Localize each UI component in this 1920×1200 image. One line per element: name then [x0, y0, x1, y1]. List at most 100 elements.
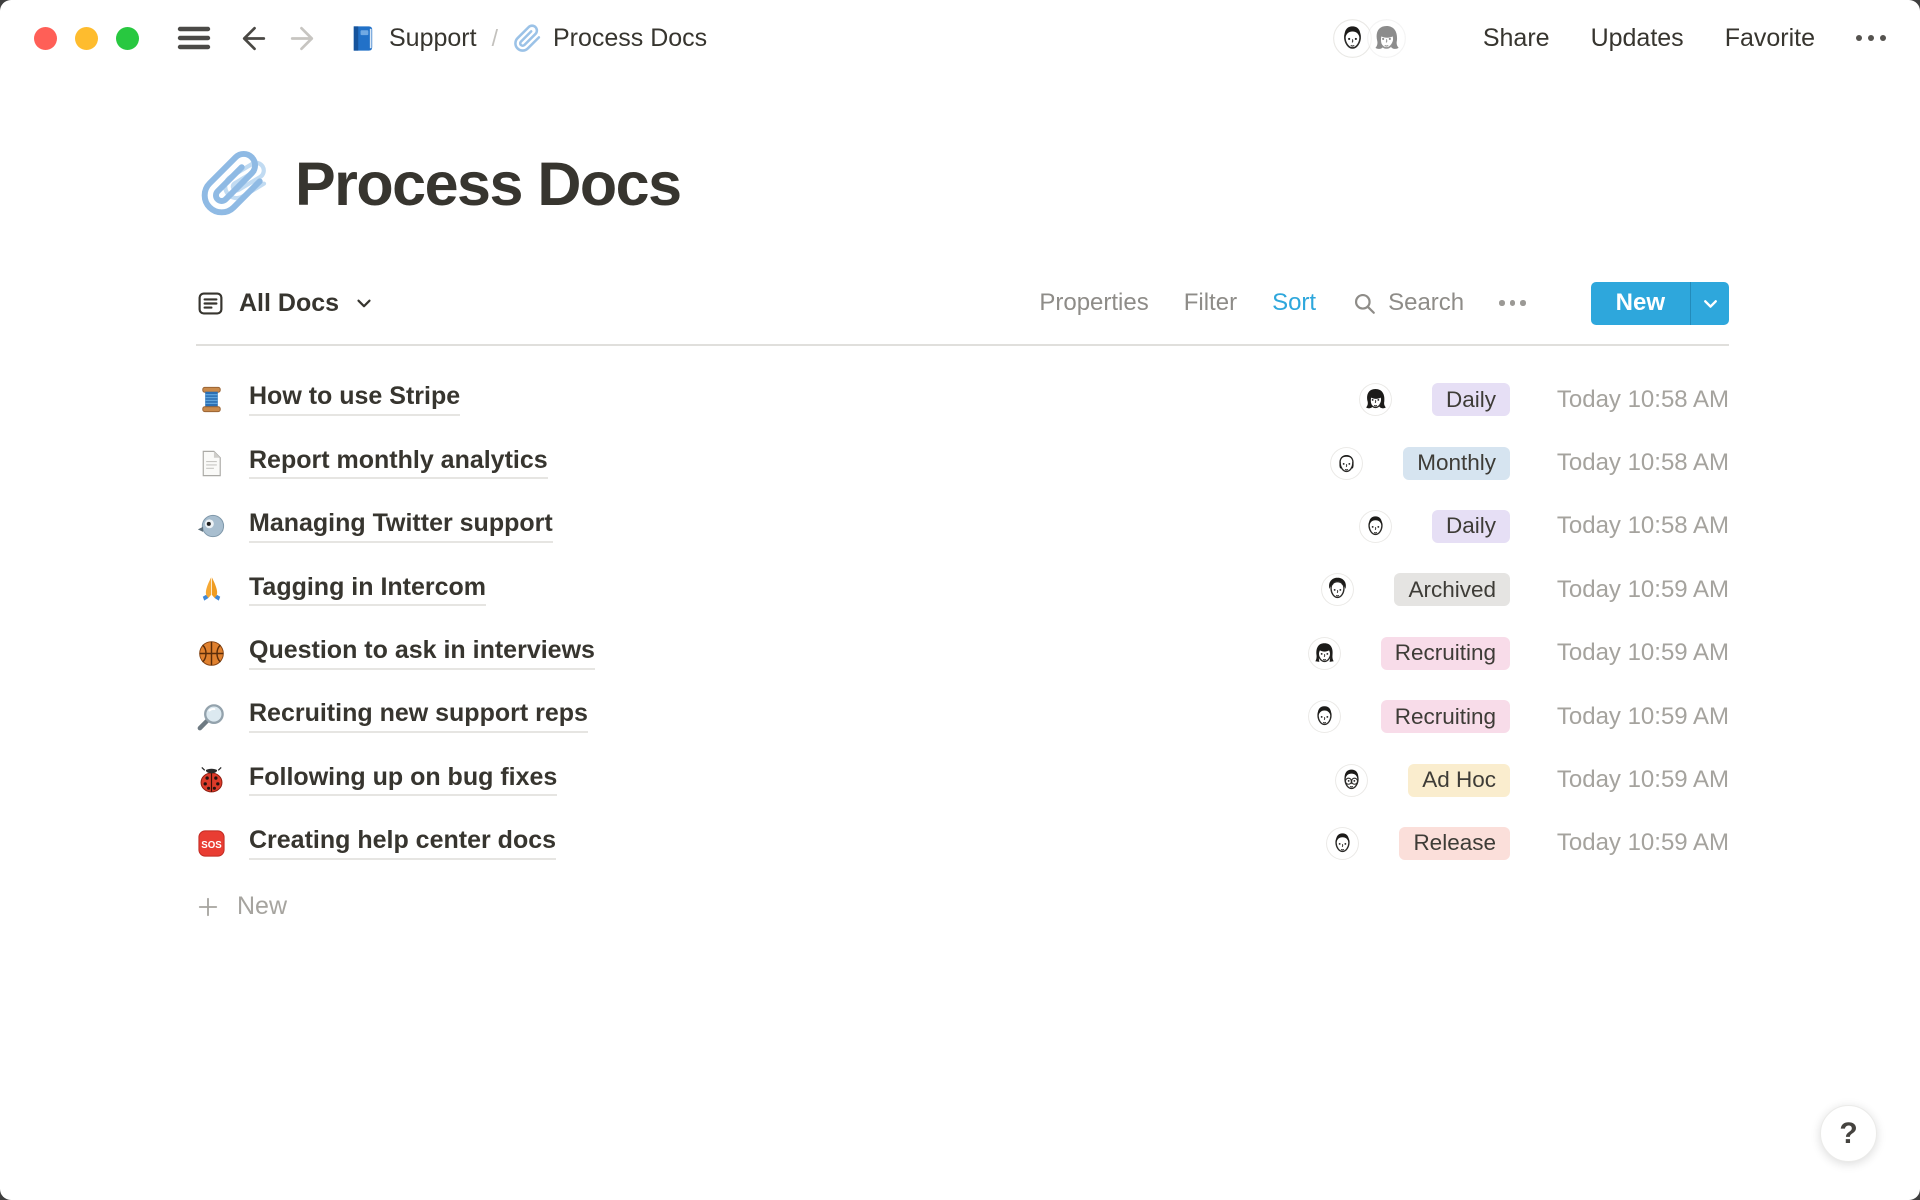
avatar-woman-bob[interactable]	[1308, 637, 1341, 670]
row-properties: ReleaseToday 10:59 AM	[1326, 827, 1729, 860]
last-edited-time: Today 10:58 AM	[1537, 449, 1729, 477]
row-properties: Monthly Today 10:58 AM	[1330, 447, 1729, 480]
breadcrumb-item-process-docs[interactable]: Process Docs	[513, 24, 707, 53]
doc-title-link[interactable]: How to use Stripe	[249, 383, 460, 416]
avatar-man-short[interactable]	[1326, 827, 1359, 860]
share-button[interactable]: Share	[1483, 24, 1550, 53]
chevron-down-icon	[353, 292, 375, 314]
basketball-icon	[196, 638, 227, 669]
window-controls	[34, 27, 139, 50]
back-arrow-icon[interactable]	[237, 22, 270, 55]
page-title: Process Docs	[295, 149, 681, 219]
zoom-window-button[interactable]	[116, 27, 139, 50]
tag-badge[interactable]: Daily	[1432, 510, 1510, 543]
table-row[interactable]: SOS Creating help center docs ReleaseToday…	[196, 812, 1729, 875]
list-view-icon	[196, 289, 225, 318]
row-properties: Ad Hoc Today 10:59 AM	[1335, 764, 1729, 797]
collection-toolbar: All Docs Properties Filter Sort Search N…	[196, 281, 1729, 325]
breadcrumb-separator: /	[477, 25, 513, 52]
magnifying-glass-icon	[196, 701, 227, 732]
view-label[interactable]: All Docs	[239, 289, 339, 318]
last-edited-time: Today 10:58 AM	[1537, 386, 1729, 414]
table-row[interactable]: Managing Twitter support Daily Today 10:58…	[196, 495, 1729, 558]
last-edited-time: Today 10:59 AM	[1537, 576, 1729, 604]
avatar-man-short[interactable]	[1359, 510, 1392, 543]
breadcrumb-label[interactable]: Support	[389, 24, 477, 53]
last-edited-time: Today 10:59 AM	[1537, 639, 1729, 667]
table-row[interactable]: Report monthly analytics Monthly Today 10:…	[196, 431, 1729, 494]
sos-icon: SOS	[196, 828, 227, 859]
new-button[interactable]: New	[1591, 282, 1729, 325]
folded-hands-icon	[196, 574, 227, 605]
plus-icon	[196, 895, 220, 919]
blue-book-icon	[347, 23, 378, 54]
tag-badge[interactable]: Archived	[1394, 573, 1510, 606]
help-button[interactable]: ?	[1820, 1105, 1877, 1162]
tag-badge[interactable]: Monthly	[1403, 447, 1510, 480]
view-switcher[interactable]: All Docs	[196, 289, 375, 318]
page-paperclip-icon[interactable]	[199, 146, 271, 222]
sidebar-menu-icon[interactable]	[177, 24, 211, 52]
row-properties: Recruiting Today 10:59 AM	[1308, 700, 1729, 733]
close-window-button[interactable]	[34, 27, 57, 50]
row-properties: Daily Today 10:58 AM	[1359, 510, 1729, 543]
avatar-woman-wavy[interactable]	[1359, 383, 1392, 416]
properties-button[interactable]: Properties	[1039, 289, 1148, 317]
doc-title-link[interactable]: Creating help center docs	[249, 827, 556, 860]
doc-title-link[interactable]: Question to ask in interviews	[249, 637, 595, 670]
table-row[interactable]: Tagging in Intercom Archived Today 10:59 A…	[196, 558, 1729, 621]
row-properties: Daily Today 10:58 AM	[1359, 383, 1729, 416]
doc-title-link[interactable]: Following up on bug fixes	[249, 764, 557, 797]
bird-icon	[196, 511, 227, 542]
minimize-window-button[interactable]	[75, 27, 98, 50]
tag-badge[interactable]: Recruiting	[1381, 637, 1510, 670]
avatar-man-curly[interactable]	[1321, 573, 1354, 606]
titlebar-right: Share Updates Favorite	[1333, 19, 1886, 58]
doc-title-link[interactable]: Recruiting new support reps	[249, 700, 588, 733]
table-divider	[196, 344, 1729, 346]
sort-button[interactable]: Sort	[1272, 289, 1316, 317]
filter-button[interactable]: Filter	[1184, 289, 1237, 317]
new-button-label[interactable]: New	[1591, 282, 1690, 325]
avatar-man-neat[interactable]	[1308, 700, 1341, 733]
new-dropdown-chevron-icon[interactable]	[1690, 282, 1729, 325]
add-new-row-label[interactable]: New	[237, 892, 287, 921]
last-edited-time: Today 10:59 AM	[1537, 766, 1729, 794]
thread-spool-icon	[196, 384, 227, 415]
table-row[interactable]: How to use Stripe Daily Today 10:58 AM	[196, 368, 1729, 431]
search-button[interactable]: Search	[1351, 289, 1464, 317]
favorite-button[interactable]: Favorite	[1725, 24, 1815, 53]
ladybug-icon	[196, 765, 227, 796]
page-icon	[196, 448, 227, 479]
table-row[interactable]: Recruiting new support reps Recruiting Tod…	[196, 685, 1729, 748]
avatar-man-bald[interactable]	[1330, 447, 1363, 480]
tag-badge[interactable]: Daily	[1432, 383, 1510, 416]
more-options-icon[interactable]	[1856, 35, 1886, 41]
page-header: Process Docs	[199, 146, 681, 222]
search-label[interactable]: Search	[1388, 289, 1464, 317]
search-icon	[1351, 290, 1378, 317]
row-properties: Recruiting Today 10:59 AM	[1308, 637, 1729, 670]
doc-title-link[interactable]: Tagging in Intercom	[249, 574, 486, 607]
row-properties: Archived Today 10:59 AM	[1321, 573, 1729, 606]
titlebar: Support / Process Docs Share Updates Fav…	[0, 0, 1920, 76]
tag-badge[interactable]: Release	[1399, 827, 1510, 860]
breadcrumb-item-support[interactable]: Support	[347, 23, 477, 54]
table-row[interactable]: Question to ask in interviews Recruiting T…	[196, 622, 1729, 685]
avatar-man-glasses[interactable]	[1335, 764, 1368, 797]
add-new-row[interactable]: New	[196, 875, 1729, 938]
last-edited-time: Today 10:58 AM	[1537, 512, 1729, 540]
tag-badge[interactable]: Recruiting	[1381, 700, 1510, 733]
collaborator-avatars	[1333, 19, 1406, 58]
toolbar-more-icon[interactable]	[1499, 300, 1526, 306]
doc-title-link[interactable]: Report monthly analytics	[249, 447, 548, 480]
updates-button[interactable]: Updates	[1591, 24, 1684, 53]
doc-title-link[interactable]: Managing Twitter support	[249, 510, 553, 543]
forward-arrow-icon[interactable]	[286, 22, 319, 55]
breadcrumb-label[interactable]: Process Docs	[553, 24, 707, 53]
last-edited-time: Today 10:59 AM	[1537, 703, 1729, 731]
tag-badge[interactable]: Ad Hoc	[1408, 764, 1510, 797]
avatar-woman-wavy[interactable]	[1367, 19, 1406, 58]
svg-text:SOS: SOS	[201, 840, 222, 851]
table-row[interactable]: Following up on bug fixes Ad Hoc Today 10:…	[196, 748, 1729, 811]
